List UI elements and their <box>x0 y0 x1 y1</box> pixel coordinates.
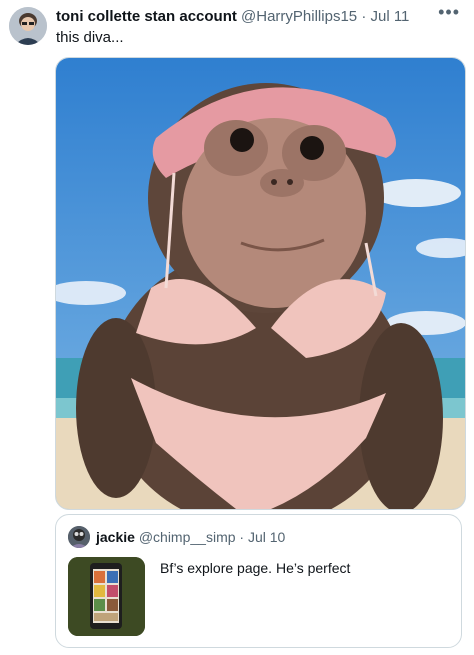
tweet-date[interactable]: Jul 11 <box>370 8 409 25</box>
tweet-text: this diva... <box>56 29 124 46</box>
quoted-header-separator: · <box>239 529 245 545</box>
author-handle[interactable]: @HarryPhillips15 <box>241 8 357 25</box>
quoted-tweet-card[interactable]: jackie @chimp__simp · Jul 10 Bf’s explor… <box>55 514 462 648</box>
quoted-author-display-name[interactable]: jackie <box>96 529 135 545</box>
quoted-tweet-header: jackie @chimp__simp · Jul 10 <box>96 528 285 546</box>
quoted-author-handle[interactable]: @chimp__simp <box>139 529 236 545</box>
header-separator: · <box>361 8 367 25</box>
tweet-media-image[interactable] <box>55 57 466 510</box>
tweet-header: toni collette stan account @HarryPhillip… <box>56 8 434 26</box>
quoted-tweet-date[interactable]: Jul 10 <box>248 529 285 545</box>
author-avatar[interactable] <box>9 7 47 45</box>
quoted-author-avatar[interactable] <box>68 526 90 548</box>
quoted-media-thumbnail[interactable] <box>68 557 145 636</box>
author-display-name[interactable]: toni collette stan account <box>56 8 237 25</box>
more-horizontal-icon[interactable]: ••• <box>438 2 460 23</box>
quoted-tweet-text: Bf’s explore page. He’s perfect <box>160 560 351 576</box>
